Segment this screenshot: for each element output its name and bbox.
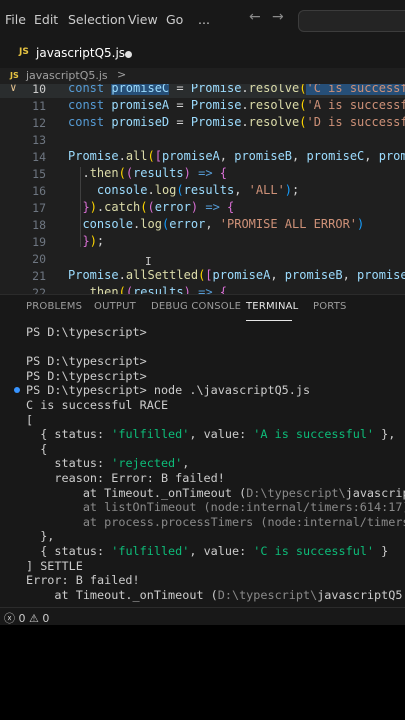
tab-output[interactable]: OUTPUT — [94, 301, 136, 312]
code-line[interactable]: 22 .then((results) => { — [0, 285, 405, 294]
line-number: 10 — [32, 84, 46, 96]
line-number: 12 — [32, 116, 46, 130]
menu-file[interactable]: File — [5, 12, 26, 27]
code-line[interactable]: 12 const promiseD = Promise.resolve('D i… — [0, 115, 405, 132]
breadcrumb: JS javascriptQ5.js > — [0, 68, 405, 84]
bottom-panel: PROBLEMS OUTPUT DEBUG CONSOLE TERMINAL P… — [0, 294, 405, 608]
forward-arrow-icon[interactable]: → — [272, 9, 284, 25]
menu-edit[interactable]: Edit — [34, 12, 58, 27]
menu-view[interactable]: View — [128, 12, 158, 27]
line-number: 19 — [32, 235, 46, 249]
terminal-line: [ — [26, 413, 34, 427]
terminal-line: at listOnTimeout (node:internal/timers:6… — [26, 500, 405, 514]
breadcrumb-file[interactable]: javascriptQ5.js — [26, 69, 108, 82]
tab-terminal[interactable]: TERMINAL — [246, 301, 298, 312]
code-text: const promiseC = Promise.resolve('C is s… — [68, 84, 405, 95]
code-text: console.log(results, 'ALL'); — [96, 183, 300, 197]
line-number: 11 — [32, 99, 46, 113]
tab-debug-console[interactable]: DEBUG CONSOLE — [151, 301, 241, 312]
js-file-icon: JS — [10, 71, 19, 80]
code-text: const promiseD = Promise.resolve('D is s… — [68, 115, 405, 129]
code-line[interactable]: 11 const promiseA = Promise.resolve('A i… — [0, 98, 405, 115]
problems-status[interactable]: ⓧ 0 ⚠ 0 — [4, 610, 49, 625]
back-arrow-icon[interactable]: ← — [249, 9, 261, 25]
terminal-line: PS D:\typescript> node .\javascriptQ5.js — [26, 383, 311, 397]
tab-problems[interactable]: PROBLEMS — [26, 301, 82, 312]
tab-label: javascriptQ5.js — [36, 46, 126, 60]
editor-tab-bar: JS javascriptQ5.js — [0, 38, 405, 69]
line-number: 15 — [32, 167, 46, 181]
code-text: }); — [82, 234, 105, 248]
code-text: }).catch((error) => { — [82, 200, 235, 214]
terminal-line: at process.processTimers (node:internal/… — [26, 515, 405, 529]
code-line[interactable]: ∨ 10 const promiseC = Promise.resolve('C… — [0, 84, 405, 98]
command-center[interactable] — [298, 10, 405, 32]
menu-go[interactable]: Go — [166, 12, 183, 27]
code-line[interactable]: 16 console.log(results, 'ALL'); — [0, 183, 405, 200]
line-number: 20 — [32, 252, 46, 266]
terminal-line: ] SETTLE — [26, 559, 83, 573]
terminal-line: at Timeout._onTimeout (D:\typescript\jav… — [26, 588, 405, 602]
tab-ports[interactable]: PORTS — [313, 301, 347, 312]
code-text: .then((results) => { — [68, 285, 228, 294]
terminal-line: Error: B failed! — [26, 573, 140, 587]
tab-javascriptq5[interactable]: JS javascriptQ5.js — [10, 38, 135, 68]
line-number: 14 — [32, 150, 46, 164]
error-icon: ⓧ — [4, 612, 15, 625]
warning-count: 0 — [42, 612, 50, 625]
js-file-icon: JS — [19, 47, 29, 57]
code-line[interactable]: 13 — [0, 132, 405, 149]
menu-bar: File Edit Selection View Go ... ← → — [0, 0, 405, 38]
code-line[interactable]: 17 }).catch((error) => { — [0, 200, 405, 217]
terminal-line: { status: 'fulfilled', value: 'A is succ… — [26, 427, 396, 441]
warning-icon: ⚠ — [29, 612, 39, 625]
terminal-line: { — [26, 442, 48, 456]
code-text: Promise.all([promiseA, promiseB, promise… — [68, 149, 405, 163]
terminal-line: }, — [26, 529, 55, 543]
code-text: const promiseA = Promise.resolve('A is s… — [68, 98, 405, 112]
code-line[interactable]: 21 Promise.allSettled([promiseA, promise… — [0, 268, 405, 285]
code-editor[interactable]: ∨ 10 const promiseC = Promise.resolve('C… — [0, 84, 405, 294]
terminal-line: at Timeout._onTimeout (D:\typescript\jav… — [26, 486, 405, 500]
terminal-line: reason: Error: B failed! — [26, 471, 225, 485]
code-line[interactable]: 18 console.log(error, 'PROMISE ALL ERROR… — [0, 217, 405, 234]
code-line[interactable]: 14 Promise.all([promiseA, promiseB, prom… — [0, 149, 405, 166]
code-text: console.log(error, 'PROMISE ALL ERROR') — [82, 217, 365, 231]
terminal-line: PS D:\typescript> — [26, 325, 147, 339]
line-number: 13 — [32, 133, 46, 147]
active-tab-indicator — [246, 320, 292, 321]
code-line[interactable]: 15 .then((results) => { — [0, 166, 405, 183]
chevron-right-icon: > — [117, 68, 127, 81]
terminal-line: status: 'rejected', — [26, 456, 190, 470]
line-number: 17 — [32, 201, 46, 215]
unsaved-dot-icon[interactable] — [125, 51, 132, 58]
code-text: .then((results) => { — [68, 166, 228, 180]
line-number: 16 — [32, 184, 46, 198]
command-decoration-icon[interactable] — [14, 387, 20, 393]
breakpoint-hint-icon: ∨ — [10, 84, 17, 94]
line-number: 18 — [32, 218, 46, 232]
error-count: 0 — [18, 612, 26, 625]
code-line[interactable]: 19 }); — [0, 234, 405, 251]
menu-more[interactable]: ... — [198, 12, 210, 27]
line-number: 21 — [32, 269, 46, 283]
code-line[interactable]: 20 — [0, 251, 405, 268]
terminal-output[interactable]: PS D:\typescript> PS D:\typescript> PS D… — [0, 325, 405, 608]
code-text: Promise.allSettled([promiseA, promiseB, … — [68, 268, 405, 282]
letterbox-area — [0, 625, 405, 720]
text-cursor-icon: I — [145, 255, 152, 268]
terminal-line: { status: 'fulfilled', value: 'C is succ… — [26, 544, 389, 558]
terminal-line: C is successful RACE — [26, 398, 169, 412]
terminal-line: PS D:\typescript> — [26, 369, 147, 383]
terminal-line: PS D:\typescript> — [26, 354, 147, 368]
status-bar: ⓧ 0 ⚠ 0 — [0, 607, 405, 625]
menu-selection[interactable]: Selection — [68, 12, 126, 27]
vscode-window: File Edit Selection View Go ... ← → JS j… — [0, 0, 405, 625]
line-number: 22 — [32, 286, 46, 294]
